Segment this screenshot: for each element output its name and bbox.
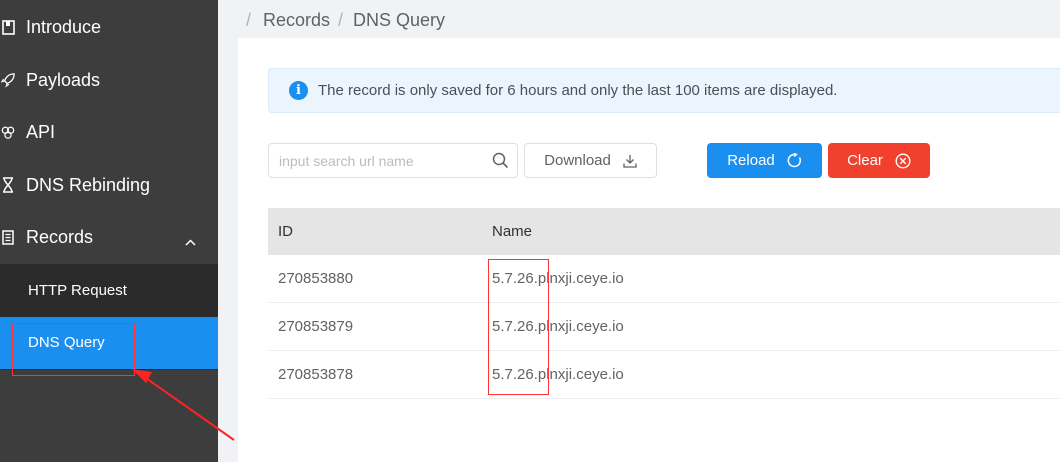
- annotation-arrow: [132, 369, 235, 441]
